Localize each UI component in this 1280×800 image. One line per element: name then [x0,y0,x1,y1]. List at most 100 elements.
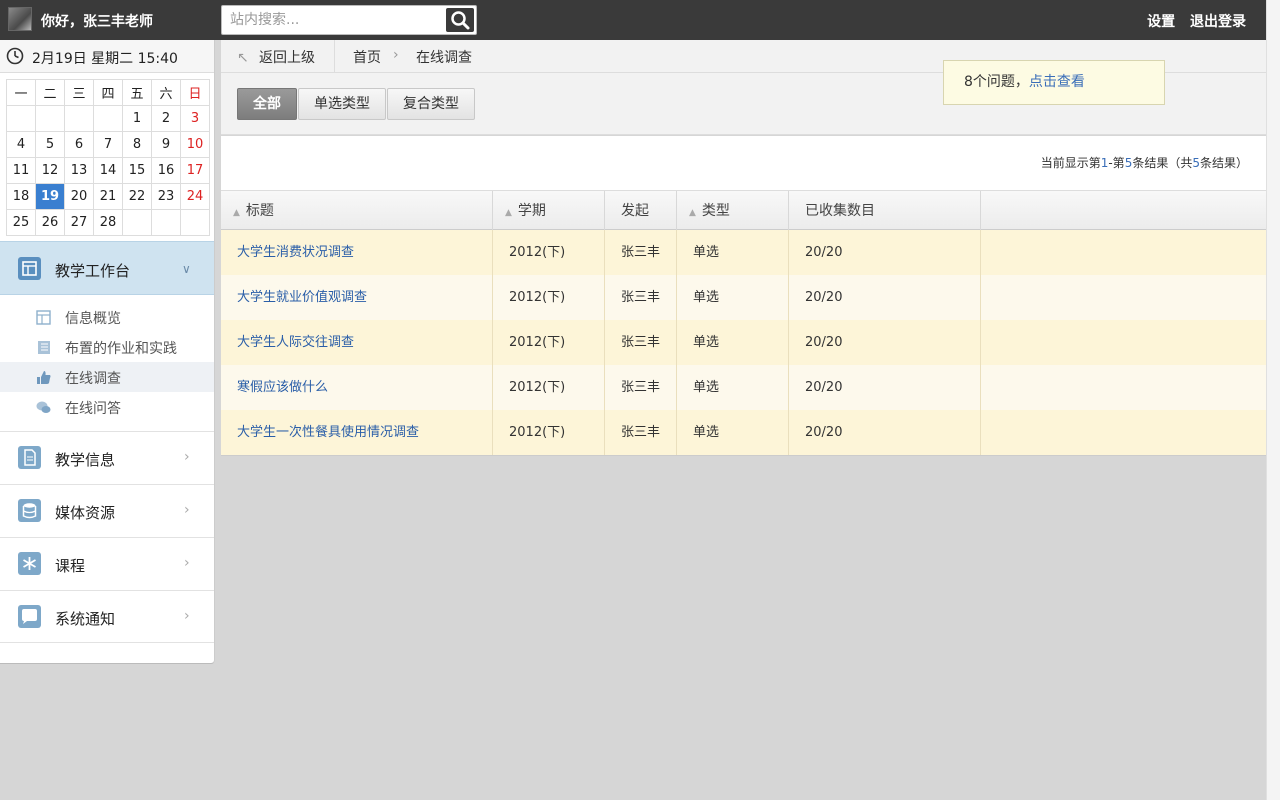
survey-title-link[interactable]: 大学生消费状况调查 [221,230,493,275]
logout-link[interactable]: 退出登录 [1190,14,1246,30]
empty-cell [981,230,1266,275]
calendar-day[interactable]: 14 [93,157,123,184]
calendar-day[interactable]: 9 [151,131,181,158]
table-row[interactable]: 大学生人际交往调查 2012(下) 张三丰 单选 20/20 [221,320,1266,365]
table-body: 大学生消费状况调查 2012(下) 张三丰 单选 20/20 大学生就业价值观调… [221,230,1266,455]
empty-cell [981,410,1266,455]
calendar: 一 二 三 四 五 六 日 1 2 3 4 5 6 7 8 9 10 11 12… [6,79,210,236]
table-row[interactable]: 寒假应该做什么 2012(下) 张三丰 单选 20/20 [221,365,1266,410]
type-cell: 单选 [677,365,789,410]
search-icon [451,11,470,30]
survey-title-link[interactable]: 大学生一次性餐具使用情况调查 [221,410,493,455]
search-button[interactable] [446,8,474,32]
settings-link[interactable]: 设置 [1147,14,1175,30]
nav-teaching-info[interactable]: 教学信息 › [0,431,214,484]
dashboard-icon [36,310,51,325]
notice-link[interactable]: 点击查看 [1029,74,1085,90]
header-label: 类型 [701,203,730,219]
calendar-day[interactable]: 16 [151,157,181,184]
weekday-mon: 一 [6,79,36,106]
survey-title-link[interactable]: 大学生就业价值观调查 [221,275,493,320]
pager-mid: 条结果（共 [1132,156,1193,170]
nav-label: 教学工作台 [55,262,131,280]
subnav-item-homework[interactable]: 布置的作业和实践 [0,332,214,362]
calendar-day[interactable]: 20 [64,183,94,210]
calendar-day[interactable]: 1 [122,105,152,132]
nav-label: 媒体资源 [55,504,116,522]
pager-info: 当前显示第1-第5条结果（共5条结果） [221,136,1266,190]
chat-icon [36,401,51,413]
calendar-day[interactable]: 11 [6,157,36,184]
calendar-day[interactable]: 18 [6,183,36,210]
initiator-cell: 张三丰 [605,365,677,410]
calendar-day[interactable]: 3 [180,105,210,132]
table-row[interactable]: 大学生消费状况调查 2012(下) 张三丰 单选 20/20 [221,230,1266,275]
initiator-cell: 张三丰 [605,230,677,275]
calendar-day[interactable]: 27 [64,209,94,236]
nav-courses[interactable]: 课程 › [0,537,214,590]
avatar[interactable] [8,7,32,31]
column-header-title[interactable]: ▲︎ 标题 [221,191,493,230]
calendar-day[interactable]: 12 [35,157,65,184]
search-input[interactable] [222,6,444,34]
calendar-day[interactable]: 8 [122,131,152,158]
calendar-week: 1 2 3 [6,105,210,132]
empty-cell [981,275,1266,320]
calendar-day[interactable]: 24 [180,183,210,210]
nav-media-resources[interactable]: 媒体资源 › [0,484,214,537]
calendar-day[interactable]: 4 [6,131,36,158]
filter-single-button[interactable]: 单选类型 [298,88,386,120]
database-icon [18,499,41,522]
survey-title-link[interactable]: 大学生人际交往调查 [221,320,493,365]
nav-label: 系统通知 [55,610,116,628]
calendar-day[interactable]: 23 [151,183,181,210]
nav-system-notices[interactable]: 系统通知 › [0,590,214,643]
calendar-day[interactable]: 15 [122,157,152,184]
subnav-item-overview[interactable]: 信息概览 [0,302,214,332]
subnav-item-qa[interactable]: 在线问答 [0,392,214,422]
back-button[interactable]: ↖ 返回上级 [237,47,315,67]
breadcrumb-home[interactable]: 首页 [353,47,381,67]
calendar-day-today[interactable]: 19 [35,183,65,210]
calendar-day[interactable]: 17 [180,157,210,184]
column-header-initiator[interactable]: 发起 [605,191,677,230]
calendar-day[interactable]: 6 [64,131,94,158]
type-cell: 单选 [677,230,789,275]
document-icon [18,446,41,469]
calendar-day[interactable]: 10 [180,131,210,158]
breadcrumb-current: 在线调查 [416,50,472,66]
header-label: 学期 [517,203,546,219]
column-header-term[interactable]: ▲︎ 学期 [493,191,605,230]
type-cell: 单选 [677,410,789,455]
sort-icon: ▲︎ [689,208,696,218]
table-row[interactable]: 大学生一次性餐具使用情况调查 2012(下) 张三丰 单选 20/20 [221,410,1266,455]
table-header: ▲︎ 标题 ▲︎ 学期 发起 ▲︎ 类型 已收集数目 [221,190,1266,230]
weekday-sun: 日 [180,79,210,106]
empty-cell [981,365,1266,410]
calendar-day[interactable]: 21 [93,183,123,210]
collected-cell: 20/20 [789,230,981,275]
calendar-day[interactable]: 22 [122,183,152,210]
calendar-day[interactable]: 7 [93,131,123,158]
calendar-day[interactable]: 2 [151,105,181,132]
calendar-weekday-row: 一 二 三 四 五 六 日 [6,79,210,106]
asterisk-icon [18,552,41,575]
filter-compound-button[interactable]: 复合类型 [387,88,475,120]
filter-all-button[interactable]: 全部 [237,88,297,120]
calendar-day[interactable]: 26 [35,209,65,236]
survey-title-link[interactable]: 寒假应该做什么 [221,365,493,410]
calendar-day[interactable]: 25 [6,209,36,236]
column-header-type[interactable]: ▲︎ 类型 [677,191,789,230]
weekday-sat: 六 [151,79,181,106]
workbench-icon [18,257,41,280]
calendar-day[interactable]: 28 [93,209,123,236]
table-row[interactable]: 大学生就业价值观调查 2012(下) 张三丰 单选 20/20 [221,275,1266,320]
term-cell: 2012(下) [493,320,605,365]
column-header-collected[interactable]: 已收集数目 [789,191,981,230]
nav-teaching-workbench[interactable]: 教学工作台 ∨ [0,241,214,295]
calendar-day[interactable]: 13 [64,157,94,184]
calendar-day[interactable]: 5 [35,131,65,158]
weekday-fri: 五 [122,79,152,106]
vertical-scrollbar[interactable] [1266,0,1280,800]
subnav-item-survey[interactable]: 在线调查 [0,362,214,392]
